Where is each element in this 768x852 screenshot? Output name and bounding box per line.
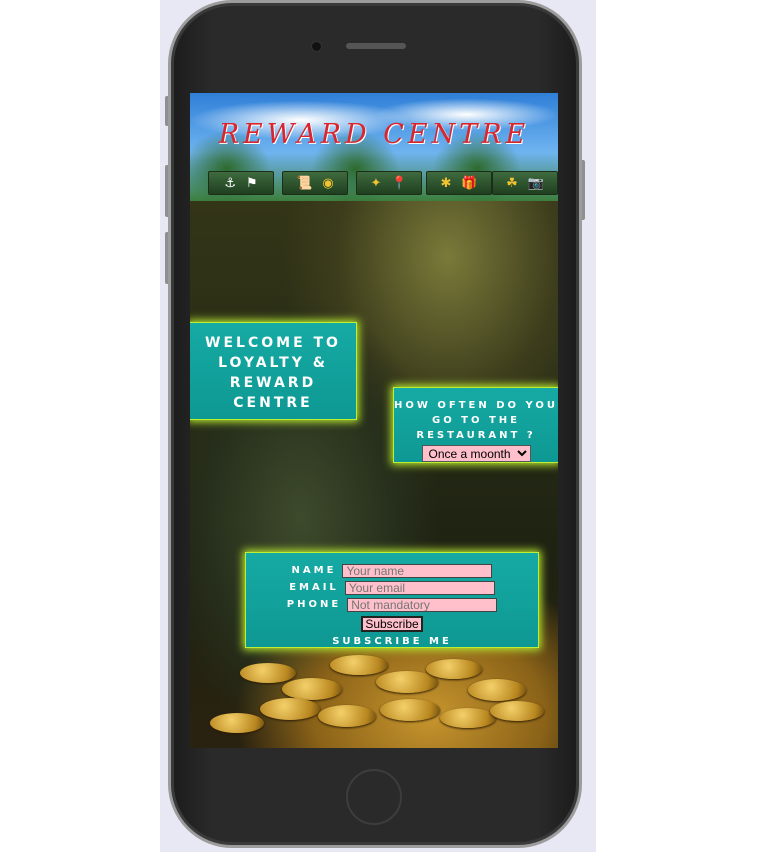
name-label: NAME [291, 565, 337, 576]
front-camera [311, 41, 322, 52]
coin-decoration [468, 679, 526, 701]
welcome-heading: WELCOME TO LOYALTY & REWARD CENTRE [205, 335, 341, 411]
coin-decoration [426, 659, 482, 679]
site-title: REWARD CENTRE [218, 119, 530, 150]
survey-question: HOW OFTEN DO YOU GO TO THE RESTAURANT ? [394, 400, 558, 441]
email-input[interactable] [344, 580, 495, 595]
phone-input[interactable] [347, 597, 498, 612]
coin-decoration [210, 713, 264, 733]
scroll-icon[interactable]: 📜 [296, 177, 312, 190]
palm-icon[interactable]: ✱ [440, 177, 451, 190]
gift-icon[interactable]: 🎁 [461, 177, 477, 190]
nav-group-5[interactable]: ☘ 📷 [492, 171, 558, 195]
coin-decoration [330, 655, 388, 675]
coin-decoration [490, 701, 544, 721]
site-header: REWARD CENTRE ⚓ ⚑ 📜 ◉ ✦ 📍 ✱ 🎁 ☘ 📷 [190, 93, 558, 201]
visit-frequency-select[interactable]: Once a moonth [421, 445, 531, 462]
nav-group-4[interactable]: ✱ 🎁 [426, 171, 492, 195]
nav-bar: ⚓ ⚑ 📜 ◉ ✦ 📍 ✱ 🎁 ☘ 📷 [190, 169, 558, 197]
compass-icon[interactable]: ◉ [322, 177, 333, 190]
phone-row: PHONE [246, 596, 538, 613]
pin-icon[interactable]: 📍 [391, 177, 407, 190]
earpiece-speaker [346, 43, 406, 49]
subscribe-caption: SUBSCRIBE ME [332, 636, 452, 647]
coin-decoration [380, 699, 440, 721]
nav-group-1[interactable]: ⚓ ⚑ [208, 171, 274, 195]
email-label: EMAIL [289, 582, 339, 593]
welcome-panel: WELCOME TO LOYALTY & REWARD CENTRE [190, 323, 356, 419]
email-row: EMAIL [246, 579, 538, 596]
island-icon[interactable]: ☘ [506, 177, 518, 190]
nav-group-2[interactable]: 📜 ◉ [282, 171, 348, 195]
coin-decoration [240, 663, 296, 683]
camera-icon[interactable]: 📷 [528, 177, 544, 190]
nav-group-3[interactable]: ✦ 📍 [356, 171, 422, 195]
coin-decoration [318, 705, 376, 727]
subscribe-button[interactable]: Subscribe [361, 616, 423, 632]
parrot-icon[interactable]: ✦ [370, 177, 381, 190]
name-input[interactable] [342, 563, 493, 578]
coin-decoration [376, 671, 438, 693]
home-button [346, 769, 402, 825]
coin-decoration [282, 678, 342, 700]
name-row: NAME [246, 562, 538, 579]
survey-panel: HOW OFTEN DO YOU GO TO THE RESTAURANT ? … [394, 388, 558, 462]
coin-decoration [260, 698, 320, 720]
subscribe-panel: NAME EMAIL PHONE Subscribe SUBSCRIBE ME [246, 553, 538, 647]
phone-screen: REWARD CENTRE ⚓ ⚑ 📜 ◉ ✦ 📍 ✱ 🎁 ☘ 📷 WELCOM… [190, 93, 558, 748]
coin-decoration [440, 708, 496, 728]
phone-label: PHONE [286, 599, 342, 610]
flag-icon[interactable]: ⚑ [246, 177, 258, 190]
anchor-icon[interactable]: ⚓ [224, 177, 236, 190]
